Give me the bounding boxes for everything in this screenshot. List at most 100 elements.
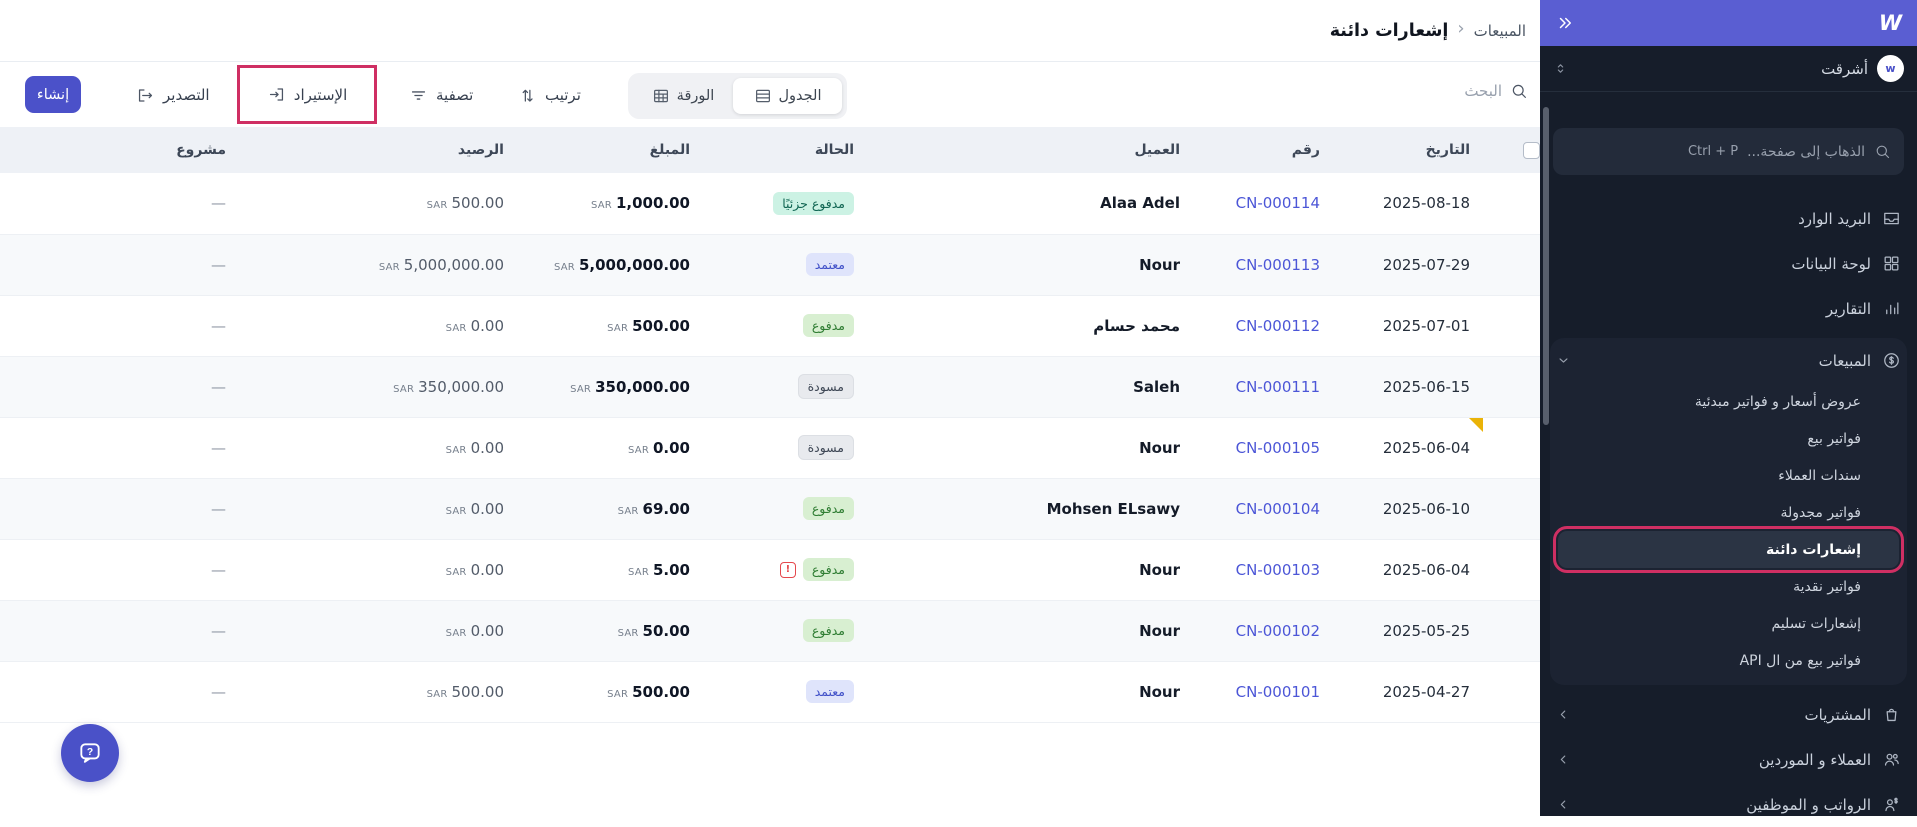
table-row[interactable]: 2025-06-15CN-000111SalehمسودةSAR350,000.… [0, 356, 1540, 417]
column-header-status[interactable]: الحالة [704, 127, 894, 173]
sidebar-subitem-label: فواتير نقدية [1793, 579, 1861, 595]
project-cell: — [0, 478, 240, 539]
sidebar-subitem[interactable]: عروض أسعار و فواتير مبدئية [1550, 383, 1907, 420]
column-header-number[interactable]: رقم [1194, 127, 1334, 173]
status-badge: مدفوع [803, 497, 854, 520]
table-row[interactable]: 2025-07-29CN-000113NourمعتمدSAR5,000,000… [0, 234, 1540, 295]
customer-cell: محمد حسام [894, 295, 1194, 356]
date-cell: 2025-06-10 [1334, 478, 1484, 539]
filter-button[interactable]: تصفية [409, 76, 473, 114]
credit-note-link[interactable]: CN-000105 [1236, 439, 1320, 457]
warning-icon: ! [780, 562, 796, 578]
customer-cell: Mohsen ELsawy [894, 478, 1194, 539]
sidebar-scrollbar[interactable] [1543, 107, 1549, 425]
goto-shortcut: Ctrl + P [1688, 144, 1738, 159]
project-cell: — [0, 600, 240, 661]
column-header-project[interactable]: مشروع [0, 127, 240, 173]
sort-button[interactable]: ترتيب [518, 76, 581, 114]
annotation-box-import: الإستيراد [237, 65, 377, 124]
amount-cell: SAR5,000,000.00 [518, 234, 704, 295]
amount-cell: SAR500.00 [518, 661, 704, 722]
column-header-amount[interactable]: المبلغ [518, 127, 704, 173]
customer-cell: Nour [894, 600, 1194, 661]
number-cell: CN-000112 [1194, 295, 1334, 356]
import-button[interactable]: الإستيراد [267, 76, 347, 114]
sidebar-item-label: المبيعات [1819, 352, 1871, 370]
sidebar-item[interactable]: الرواتب و الموظفين [1540, 782, 1917, 827]
sidebar-item-label: البريد الوارد [1798, 210, 1871, 228]
sidebar-subitem[interactable]: فواتير بيع [1550, 420, 1907, 457]
number-cell: CN-000103 [1194, 539, 1334, 600]
column-header-date[interactable]: التاريخ [1334, 127, 1484, 173]
status-badge: معتمد [806, 680, 854, 703]
table-row[interactable]: 2025-06-04CN-000103Nourمدفوع!SAR5.00SAR0… [0, 539, 1540, 600]
row-checkbox-cell [1484, 600, 1540, 661]
organization-switcher[interactable]: w أشرقت [1540, 46, 1917, 92]
table-row[interactable]: 2025-04-27CN-000101NourمعتمدSAR500.00SAR… [0, 661, 1540, 722]
reports-icon [1882, 299, 1901, 318]
sidebar-subitem-label: فواتير بيع من ال API [1740, 653, 1861, 669]
help-button[interactable]: ? [61, 724, 119, 782]
credit-note-link[interactable]: CN-000114 [1236, 194, 1320, 212]
app-logo[interactable]: W [1879, 11, 1901, 35]
contacts-icon [1882, 750, 1901, 769]
balance-cell: SAR0.00 [240, 295, 518, 356]
date-cell: 2025-06-15 [1334, 356, 1484, 417]
goto-page-input[interactable]: الذهاب إلى صفحة... Ctrl + P [1553, 128, 1904, 175]
sidebar-item[interactable]: التقارير [1540, 286, 1917, 331]
view-table-label: الجدول [779, 88, 822, 104]
filter-label: تصفية [436, 86, 473, 104]
create-button[interactable]: إنشاء [25, 76, 81, 113]
collapse-sidebar-icon[interactable] [1556, 14, 1574, 32]
view-paper-segment[interactable]: الورقة [633, 78, 733, 114]
project-cell: — [0, 539, 240, 600]
sidebar-item[interactable]: المبيعات [1550, 338, 1907, 383]
amount-cell: SAR69.00 [518, 478, 704, 539]
search-input[interactable]: البحث [1464, 82, 1528, 100]
export-button[interactable]: التصدير [136, 76, 210, 114]
sidebar-item[interactable]: لوحة البيانات [1540, 241, 1917, 286]
table-row[interactable]: 2025-06-10 CN-000104 Mohsen ELsawy مدفوع SAR… [0, 478, 1540, 539]
number-cell: CN-000104 [1194, 478, 1334, 539]
sidebar-subitem-selected[interactable]: إشعارات دائنة [1558, 531, 1899, 568]
sidebar-subitem[interactable]: سندات العملاء [1550, 457, 1907, 494]
table-row[interactable]: 2025-05-25CN-000102NourمدفوعSAR50.00SAR0… [0, 600, 1540, 661]
credit-note-link[interactable]: CN-000103 [1236, 561, 1320, 579]
sidebar-subitem-label: عروض أسعار و فواتير مبدئية [1695, 394, 1861, 410]
credit-note-link[interactable]: CN-000111 [1236, 378, 1320, 396]
table-row[interactable]: 2025-07-01CN-000112محمد حساممدفوعSAR500.… [0, 295, 1540, 356]
credit-note-link[interactable]: CN-000104 [1236, 500, 1320, 518]
credit-note-link[interactable]: CN-000113 [1236, 256, 1320, 274]
sidebar-item[interactable]: البريد الوارد [1540, 196, 1917, 241]
row-checkbox-cell [1484, 234, 1540, 295]
table-row[interactable]: 2025-08-18CN-000114Alaa Adelمدفوع جزئيًا… [0, 173, 1540, 234]
row-checkbox-cell [1484, 173, 1540, 234]
credit-note-link[interactable]: CN-000102 [1236, 622, 1320, 640]
select-all-checkbox[interactable] [1523, 142, 1540, 159]
credit-note-link[interactable]: CN-000101 [1236, 683, 1320, 701]
amount-cell: SAR50.00 [518, 600, 704, 661]
date-cell: 2025-07-01 [1334, 295, 1484, 356]
sidebar-subitem[interactable]: فواتير بيع من ال API [1550, 642, 1907, 679]
status-badge: مدفوع [803, 558, 854, 581]
sidebar-subitem[interactable]: إشعارات تسليم [1550, 605, 1907, 642]
credit-note-link[interactable]: CN-000112 [1236, 317, 1320, 335]
sidebar-subitem[interactable]: فواتير نقدية [1550, 568, 1907, 605]
sidebar-item[interactable]: المشتريات [1540, 692, 1917, 737]
table-row[interactable]: 2025-06-04CN-000105NourمسودةSAR0.00SAR0.… [0, 417, 1540, 478]
column-header-customer[interactable]: العميل [894, 127, 1194, 173]
number-cell: CN-000101 [1194, 661, 1334, 722]
sidebar-item[interactable]: العملاء و الموردين [1540, 737, 1917, 782]
breadcrumb-parent[interactable]: المبيعات [1474, 22, 1526, 40]
column-header-balance[interactable]: الرصيد [240, 127, 518, 173]
sidebar-subitem[interactable]: فواتير مجدولة [1550, 494, 1907, 531]
row-checkbox-cell [1484, 417, 1540, 478]
status-badge: معتمد [806, 253, 854, 276]
project-cell: — [0, 661, 240, 722]
number-cell: CN-000113 [1194, 234, 1334, 295]
filter-icon [409, 86, 428, 105]
row-corner-flag [1469, 418, 1483, 432]
inbox-icon [1882, 209, 1901, 228]
balance-cell: SAR0.00 [240, 539, 518, 600]
view-table-segment[interactable]: الجدول [733, 78, 842, 114]
